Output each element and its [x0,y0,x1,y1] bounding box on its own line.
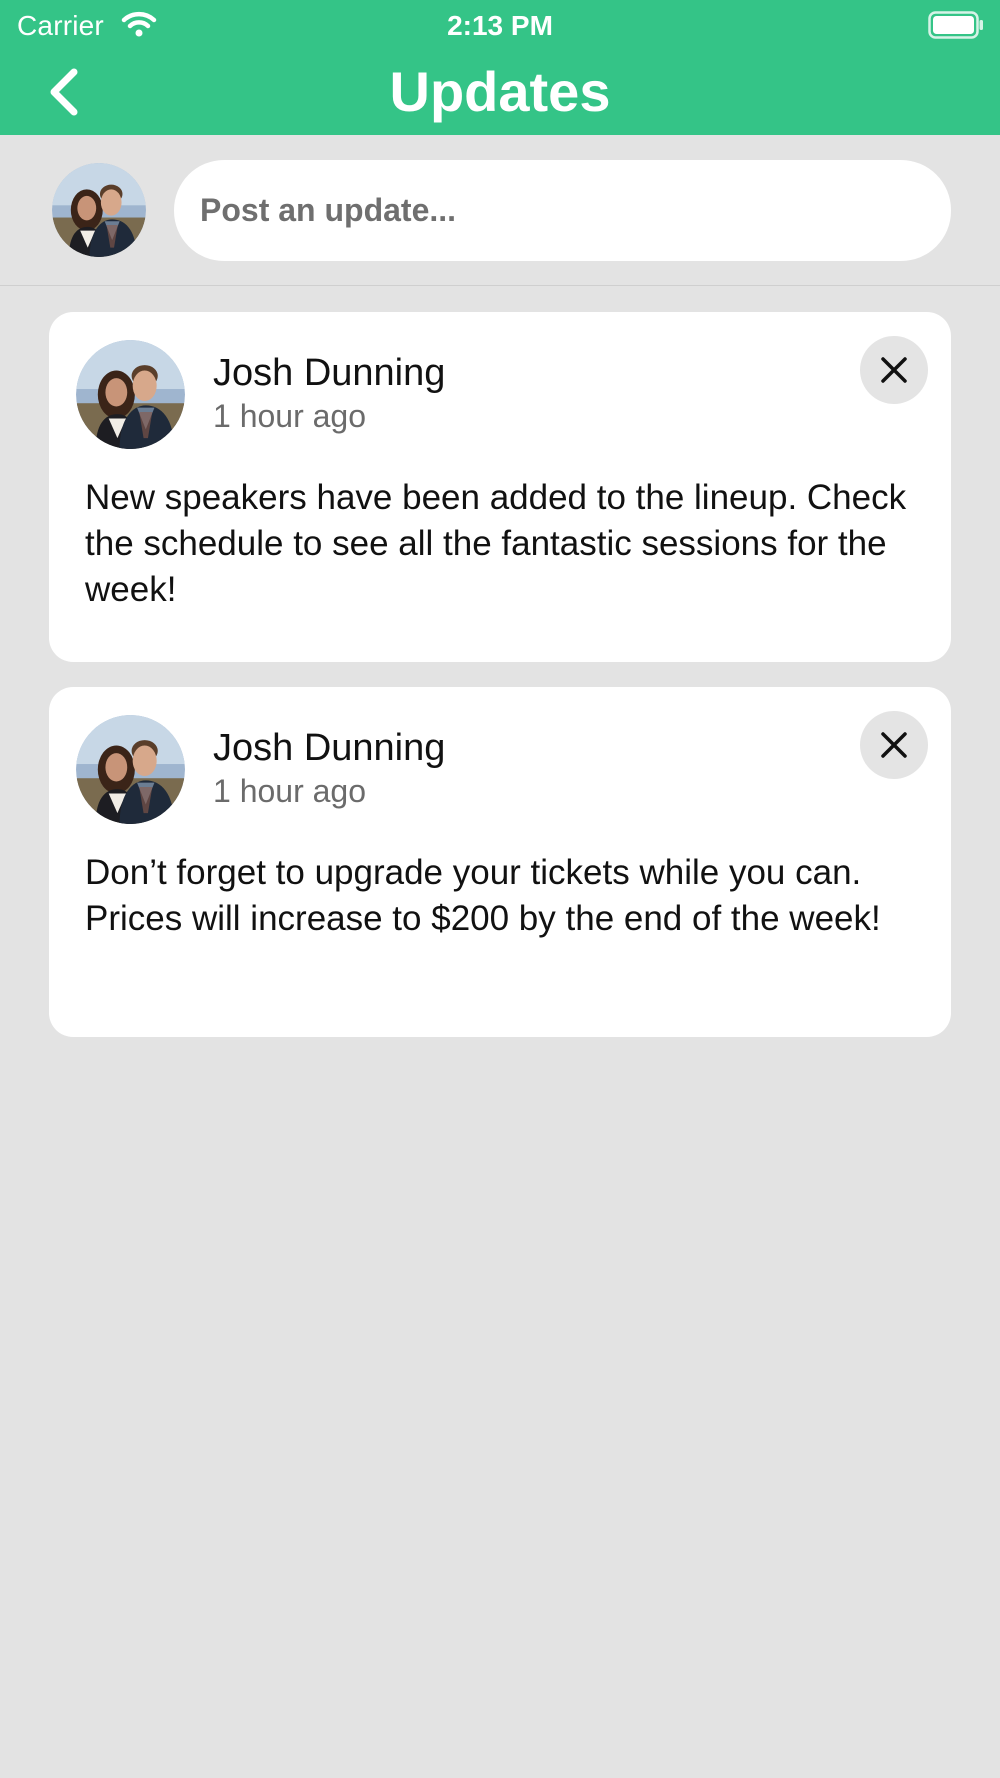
post-body: New speakers have been added to the line… [85,478,907,609]
close-icon [881,357,907,383]
update-card: Josh Dunning 1 hour ago Don’t forget to … [49,687,951,1037]
author-avatar [76,715,185,824]
post-body: Don’t forget to upgrade your tickets whi… [85,853,881,938]
update-card: Josh Dunning 1 hour ago New speakers hav… [49,312,951,662]
user-avatar [52,163,146,257]
dismiss-post-button[interactable] [860,711,928,779]
updates-screen: Carrier 2:13 PM Updates Josh Dunn [0,0,1000,1778]
page-title: Updates [389,60,611,123]
close-icon [881,732,907,758]
status-time: 2:13 PM [447,10,553,41]
post-composer [0,135,1000,286]
post-timestamp: 1 hour ago [213,398,367,434]
author-name: Josh Dunning [213,727,446,769]
author-avatar [76,340,185,449]
battery-icon [928,11,983,39]
post-update-input[interactable] [174,160,951,261]
dismiss-post-button[interactable] [860,336,928,404]
nav-header: Carrier 2:13 PM Updates [0,0,1000,135]
post-timestamp: 1 hour ago [213,773,367,809]
author-name: Josh Dunning [213,352,446,394]
